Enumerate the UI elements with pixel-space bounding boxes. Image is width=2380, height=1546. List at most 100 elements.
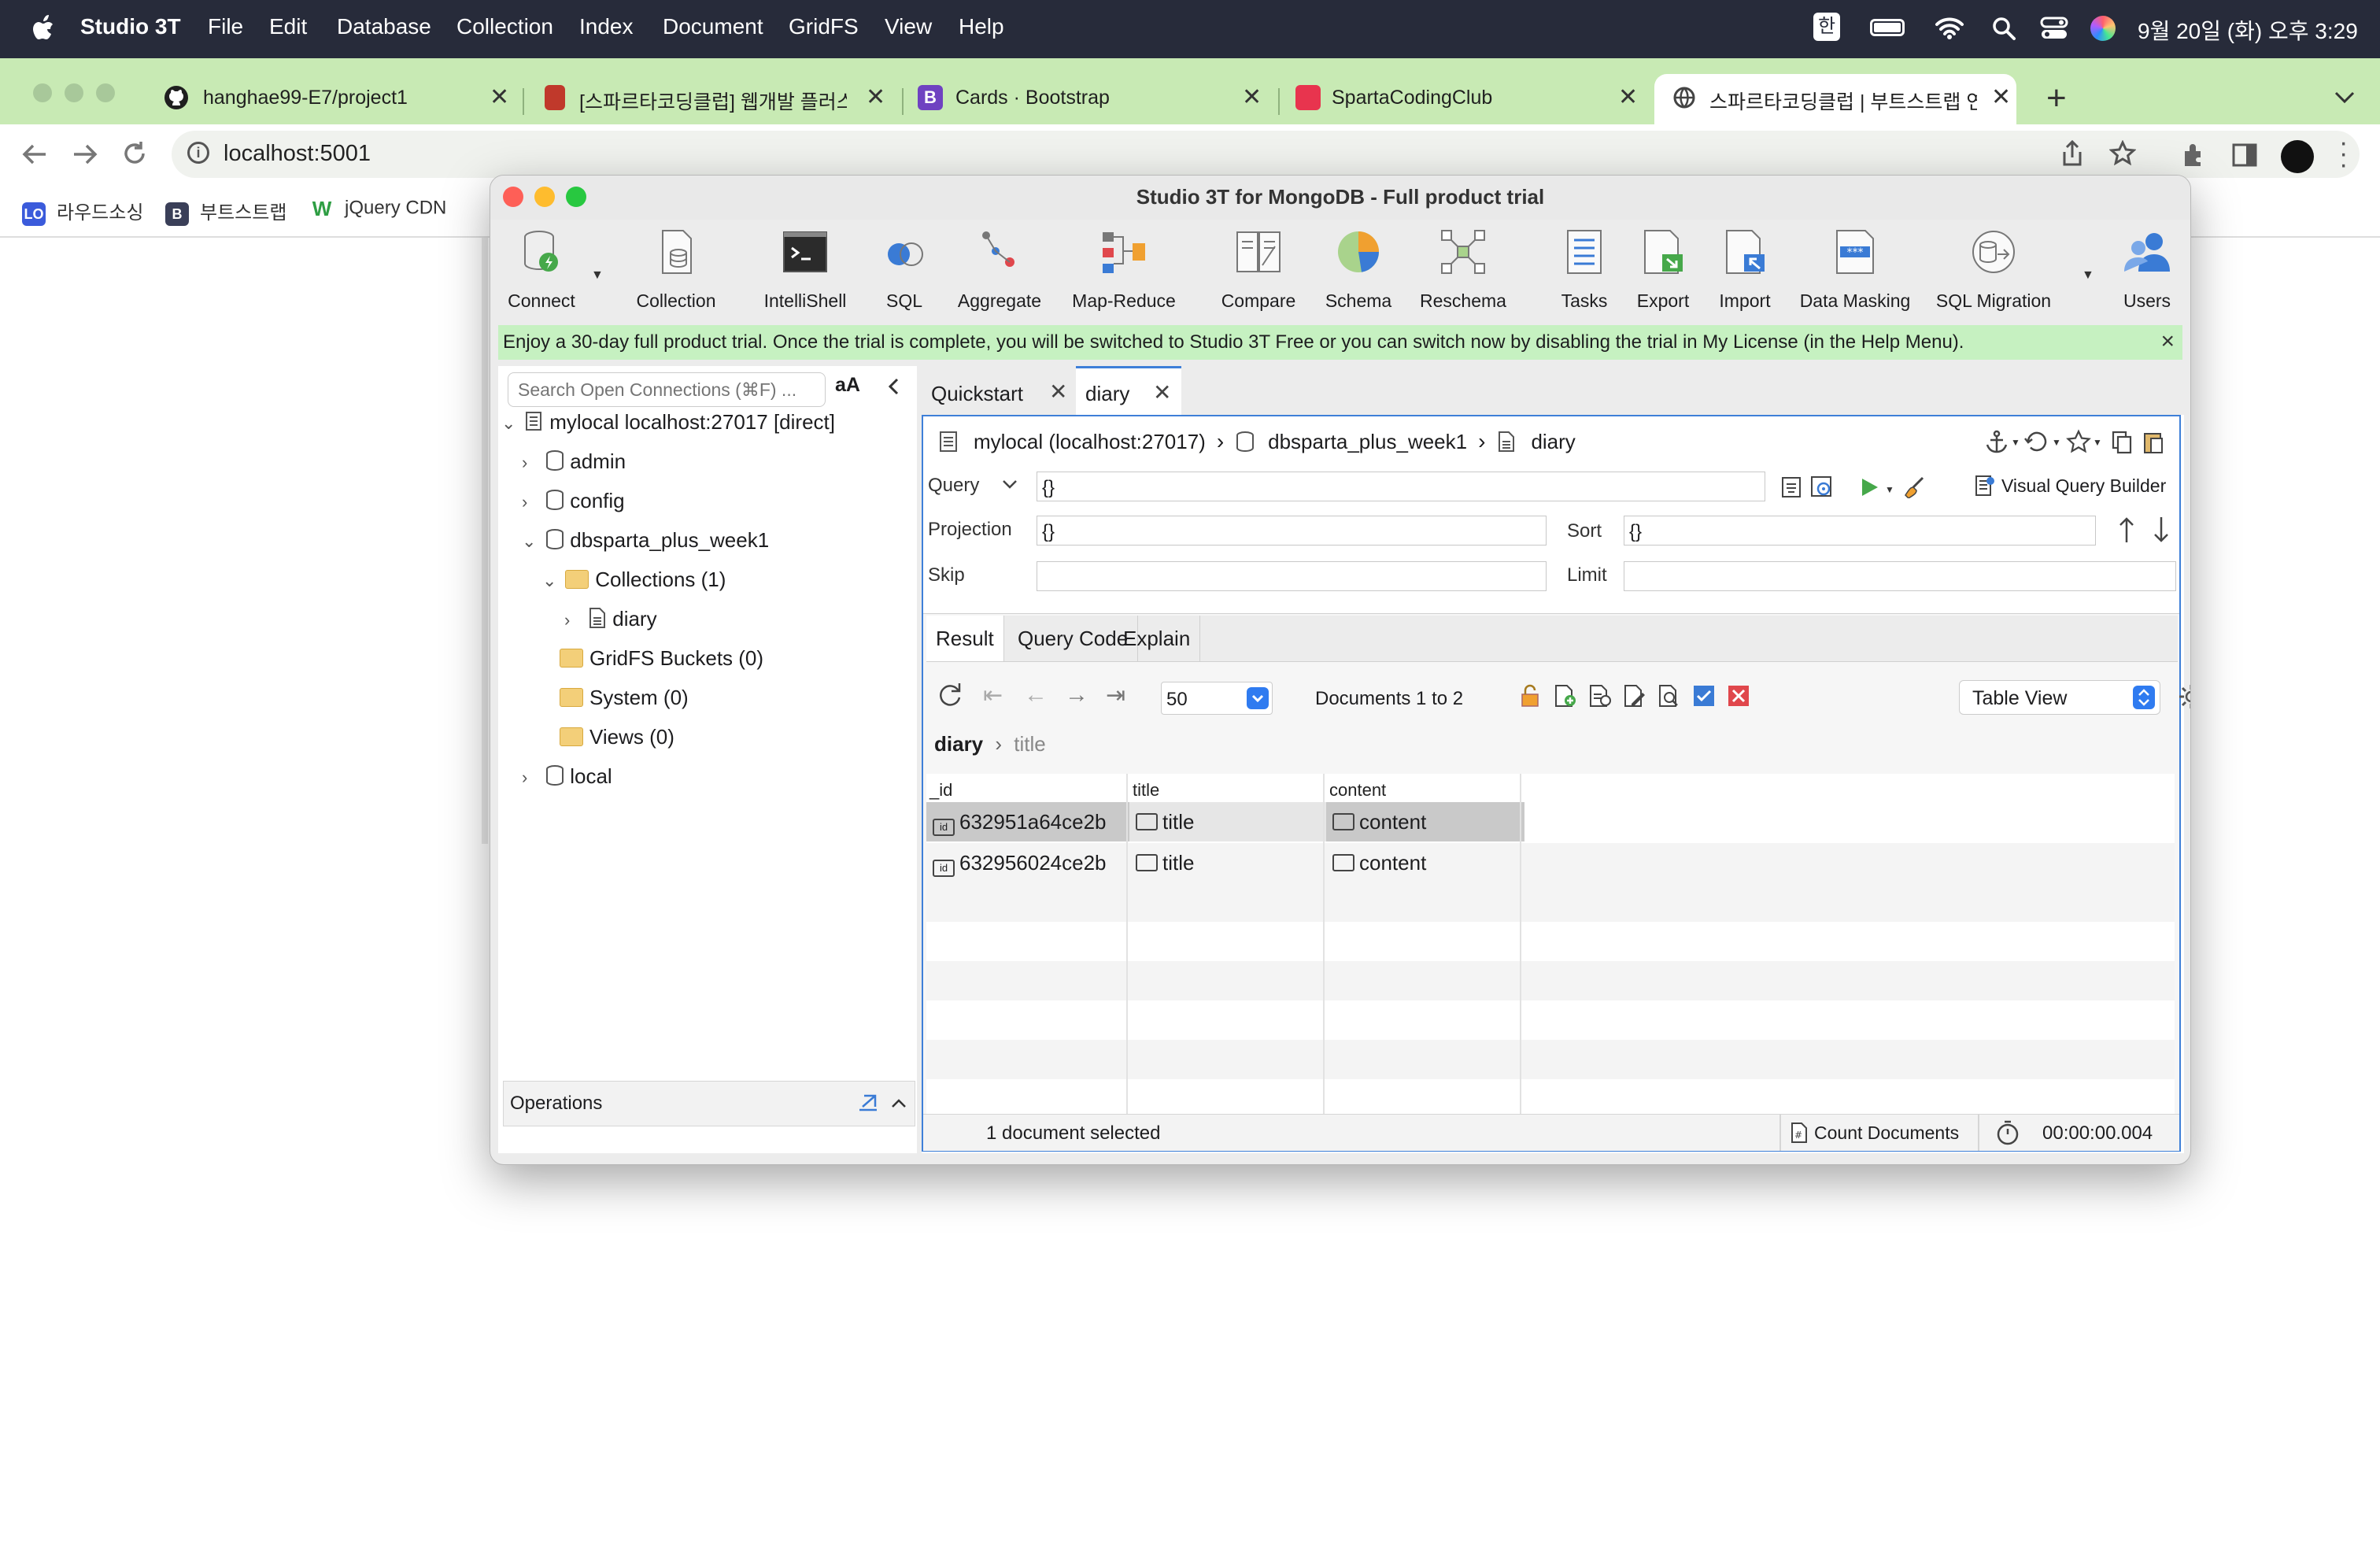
share-icon[interactable] xyxy=(2060,140,2084,167)
bookmark-item[interactable]: LO 라우드소싱 xyxy=(22,197,143,226)
breadcrumb-collection[interactable]: diary xyxy=(1531,430,1575,454)
history-icon[interactable] xyxy=(2023,429,2050,454)
data-masking-button[interactable]: *** Data Masking xyxy=(1794,227,1916,312)
export-button[interactable]: Export xyxy=(1624,227,1702,312)
skip-input[interactable] xyxy=(1037,561,1547,591)
favorite-dropdown-caret-icon[interactable]: ▼ xyxy=(2093,437,2102,448)
close-icon[interactable]: ✕ xyxy=(490,83,509,111)
search-connections-box[interactable] xyxy=(508,372,826,407)
import-button[interactable]: Import xyxy=(1706,227,1784,312)
control-center-icon[interactable] xyxy=(2040,16,2068,41)
operations-panel[interactable]: Operations xyxy=(503,1081,915,1126)
cell-id[interactable]: id 632956024ce2b xyxy=(926,843,1129,882)
close-icon[interactable]: ✕ xyxy=(1242,83,1262,111)
run-query-play-icon[interactable] xyxy=(1858,476,1880,498)
menubar-clock[interactable]: 9월 20일 (화) 오후 3:29 xyxy=(2138,14,2358,46)
tree-gridfs-folder[interactable]: GridFS Buckets (0) xyxy=(560,646,763,671)
window-zoom-inactive[interactable] xyxy=(96,83,115,102)
chevron-down-icon[interactable]: ⌄ xyxy=(542,571,560,591)
chevron-down-icon[interactable]: ⌄ xyxy=(522,531,539,552)
tasks-button[interactable]: Tasks xyxy=(1547,227,1622,312)
breadcrumb-connection[interactable]: mylocal (localhost:27017) xyxy=(974,430,1206,454)
sort-descending-arrow-icon[interactable] xyxy=(2153,516,2170,544)
chevron-down-icon[interactable] xyxy=(1002,479,1018,490)
cell-id[interactable]: id 632951a64ce2b xyxy=(926,802,1129,841)
battery-icon[interactable] xyxy=(1870,19,1905,36)
siri-icon[interactable] xyxy=(2090,16,2116,41)
run-query-dropdown-caret-icon[interactable]: ▼ xyxy=(1885,484,1894,495)
select-updown-icon[interactable] xyxy=(2133,686,2155,709)
last-page-icon[interactable]: ⇥ xyxy=(1106,682,1125,709)
add-document-icon[interactable] xyxy=(1553,683,1578,708)
projection-input[interactable]: {} xyxy=(1037,516,1547,546)
paste-icon[interactable] xyxy=(2142,429,2165,454)
cell-content[interactable]: content xyxy=(1326,802,1524,841)
visual-query-builder-button[interactable]: Visual Query Builder xyxy=(1973,473,2166,498)
cell-title[interactable]: title xyxy=(1129,802,1329,841)
history-dropdown-caret-icon[interactable]: ▼ xyxy=(2052,437,2061,448)
chevron-down-icon[interactable] xyxy=(1247,687,1269,709)
cell-content[interactable]: content xyxy=(1326,843,1524,882)
spotlight-search-icon[interactable] xyxy=(1991,16,2016,41)
chevron-up-icon[interactable] xyxy=(891,1097,907,1108)
view-document-icon[interactable] xyxy=(1587,683,1613,708)
anchor-dropdown-caret-icon[interactable]: ▼ xyxy=(2011,437,2020,448)
reload-icon[interactable] xyxy=(121,140,148,167)
menu-edit[interactable]: Edit xyxy=(269,14,307,39)
chevron-right-icon[interactable]: › xyxy=(522,453,539,473)
menu-gridfs[interactable]: GridFS xyxy=(789,14,859,39)
refresh-icon[interactable] xyxy=(936,680,964,708)
map-reduce-button[interactable]: Map-Reduce xyxy=(1057,227,1191,312)
apple-icon[interactable] xyxy=(31,13,58,44)
bookmark-item[interactable]: WjQuery CDN xyxy=(310,197,447,220)
breadcrumb-database[interactable]: dbsparta_plus_week1 xyxy=(1268,430,1467,454)
browser-tab[interactable]: B Cards · Bootstrap ✕ xyxy=(918,74,1264,124)
limit-input[interactable] xyxy=(1624,561,2176,591)
menu-index[interactable]: Index xyxy=(579,14,634,39)
table-row[interactable]: id 632951a64ce2b title content xyxy=(926,802,2175,841)
tree-collections-folder[interactable]: ⌄ Collections (1) xyxy=(542,568,726,592)
browser-tab-active[interactable]: 스파르타코딩클럽 | 부트스트랩 연습 ✕ xyxy=(1654,74,2016,124)
operations-export-icon[interactable] xyxy=(856,1093,880,1116)
address-bar[interactable]: i localhost:5001 xyxy=(172,131,2360,178)
close-icon[interactable]: ✕ xyxy=(866,83,885,111)
query-input[interactable]: {} xyxy=(1037,472,1765,501)
collection-button[interactable]: Collection xyxy=(629,227,723,312)
search-connections-input[interactable] xyxy=(516,373,819,406)
close-icon[interactable]: ✕ xyxy=(1049,379,1067,405)
bookmark-star-icon[interactable] xyxy=(2109,140,2136,167)
side-panel-icon[interactable] xyxy=(2232,143,2257,167)
users-button[interactable]: Users xyxy=(2112,227,2182,312)
menu-document[interactable]: Document xyxy=(663,14,763,39)
sql-migration-button[interactable]: SQL Migration xyxy=(1916,227,2071,312)
query-history-icon[interactable] xyxy=(1779,475,1803,500)
tab-explain[interactable]: Explain xyxy=(1114,616,1201,661)
extensions-puzzle-icon[interactable] xyxy=(2180,142,2207,168)
tree-system-folder[interactable]: System (0) xyxy=(560,686,689,710)
query-settings-icon[interactable] xyxy=(1809,475,1835,500)
window-minimize-inactive[interactable] xyxy=(65,83,83,102)
tab-diary[interactable]: diary ✕ xyxy=(1076,366,1181,415)
tree-collection-diary[interactable]: › diary xyxy=(564,607,657,631)
validate-document-icon[interactable] xyxy=(1691,683,1717,708)
wifi-icon[interactable] xyxy=(1935,16,1964,39)
tree-db-config[interactable]: › config xyxy=(522,489,625,513)
column-divider[interactable] xyxy=(1520,774,1521,1117)
aggregate-button[interactable]: Aggregate xyxy=(950,227,1049,312)
chevron-right-icon[interactable]: › xyxy=(522,767,539,788)
sort-input[interactable]: {} xyxy=(1624,516,2096,546)
close-icon[interactable]: ✕ xyxy=(1618,83,1638,111)
collapse-panel-chevron-icon[interactable] xyxy=(887,377,900,396)
tree-db-dbsparta[interactable]: ⌄ dbsparta_plus_week1 xyxy=(522,528,769,553)
browser-tab[interactable]: hanghae99-E7/project1 ✕ xyxy=(164,74,510,124)
chevron-down-icon[interactable]: ⌄ xyxy=(501,413,519,434)
column-divider[interactable] xyxy=(1126,774,1128,1117)
browser-tab[interactable]: [스파르타코딩클럽] 웹개발 플러스 - ✕ xyxy=(541,74,888,124)
compare-button[interactable]: Compare xyxy=(1211,227,1306,312)
input-method-indicator[interactable]: 한 xyxy=(1813,13,1840,41)
profile-avatar[interactable] xyxy=(2281,140,2314,173)
close-icon[interactable]: ✕ xyxy=(1153,379,1171,405)
chevron-right-icon[interactable]: › xyxy=(522,492,539,512)
table-row[interactable]: id 632956024ce2b title content xyxy=(926,843,2175,882)
menu-file[interactable]: File xyxy=(208,14,243,39)
